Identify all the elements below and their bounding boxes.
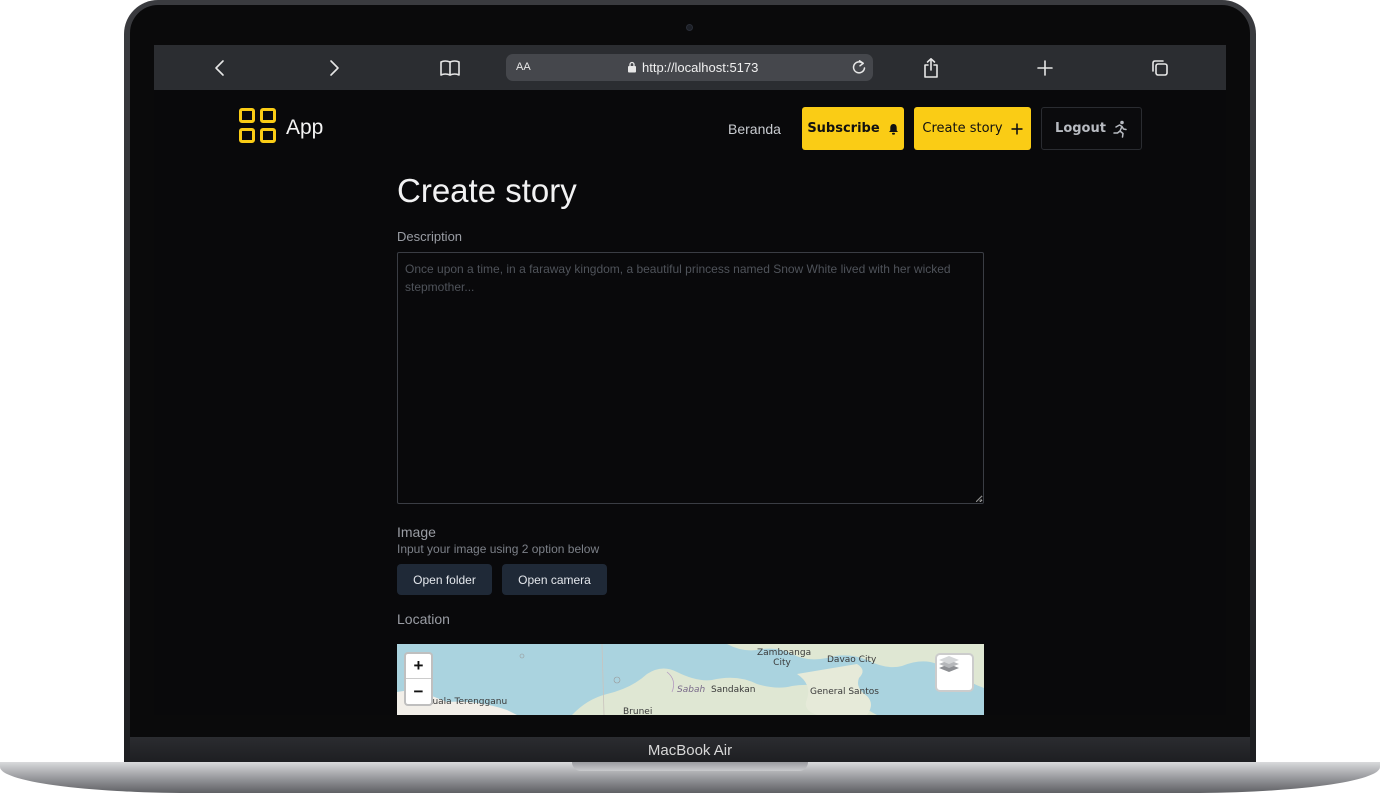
new-tab-button[interactable]	[1032, 55, 1058, 81]
map-label-davao-city: Davao City	[827, 655, 877, 665]
plus-icon	[1037, 60, 1053, 76]
screen: AA http://localhost:5173 App Beranda Sub…	[154, 45, 1226, 715]
address-bar[interactable]: AA http://localhost:5173	[506, 54, 873, 81]
map-layers-button[interactable]	[935, 653, 974, 692]
image-label: Image	[397, 524, 436, 540]
image-help-text: Input your image using 2 option below	[397, 542, 600, 556]
description-label: Description	[397, 229, 463, 244]
book-icon	[440, 60, 460, 76]
map-label-general-santos: General Santos	[810, 687, 879, 697]
subscribe-button-label: Subscribe	[807, 121, 880, 136]
share-button[interactable]	[918, 55, 944, 81]
browser-toolbar: AA http://localhost:5173	[154, 45, 1226, 90]
app-logo-icon[interactable]	[239, 108, 279, 146]
create-story-button-label: Create story	[922, 121, 1003, 136]
tabs-icon	[1152, 60, 1168, 76]
chevron-left-icon	[215, 60, 224, 76]
url-text: http://localhost:5173	[642, 60, 759, 75]
zoom-in-button[interactable]: +	[406, 654, 431, 679]
map-label-sabah: Sabah	[677, 685, 706, 695]
map-label-kuala-terengganu: Kuala Terengganu	[427, 697, 508, 707]
location-map[interactable]: Kuala Terengganu Zamboanga City Davao Ci…	[397, 644, 984, 715]
subscribe-button[interactable]: Subscribe	[802, 107, 904, 150]
lock-icon	[628, 61, 636, 73]
app-logo-text[interactable]: App	[286, 116, 323, 140]
zoom-out-button[interactable]: −	[406, 679, 431, 704]
webcam	[686, 24, 693, 31]
map-zoom-control: + −	[404, 652, 433, 706]
page-title: Create story	[397, 172, 577, 209]
resize-grip-icon[interactable]	[975, 495, 982, 502]
text-size-button[interactable]: AA	[516, 61, 531, 73]
map-label-sandakan: Sandakan	[711, 685, 756, 695]
person-running-icon	[1113, 120, 1127, 138]
share-icon	[924, 57, 938, 78]
logout-button-label: Logout	[1055, 121, 1106, 136]
bookmarks-button[interactable]	[437, 55, 463, 81]
laptop-chin: MacBook Air	[130, 737, 1250, 765]
device-label: MacBook Air	[647, 742, 733, 759]
reload-icon[interactable]	[851, 59, 867, 75]
tabs-overview-button[interactable]	[1147, 55, 1173, 81]
location-label: Location	[397, 611, 450, 627]
back-button[interactable]	[207, 55, 233, 81]
layers-icon	[939, 656, 959, 672]
nav-home-link[interactable]: Beranda	[728, 121, 781, 137]
map-label-zamboanga-city: Zamboanga City	[757, 648, 812, 668]
description-textarea[interactable]	[397, 252, 984, 504]
map-label-brunei: Brunei	[623, 707, 653, 715]
laptop-notch	[572, 762, 808, 771]
plus-icon	[1011, 123, 1023, 134]
create-story-button[interactable]: Create story	[914, 107, 1031, 150]
open-folder-button[interactable]: Open folder	[397, 564, 492, 595]
forward-button[interactable]	[321, 55, 347, 81]
chevron-right-icon	[330, 60, 339, 76]
logout-button[interactable]: Logout	[1041, 107, 1142, 150]
open-camera-button[interactable]: Open camera	[502, 564, 607, 595]
bell-icon	[888, 123, 898, 135]
